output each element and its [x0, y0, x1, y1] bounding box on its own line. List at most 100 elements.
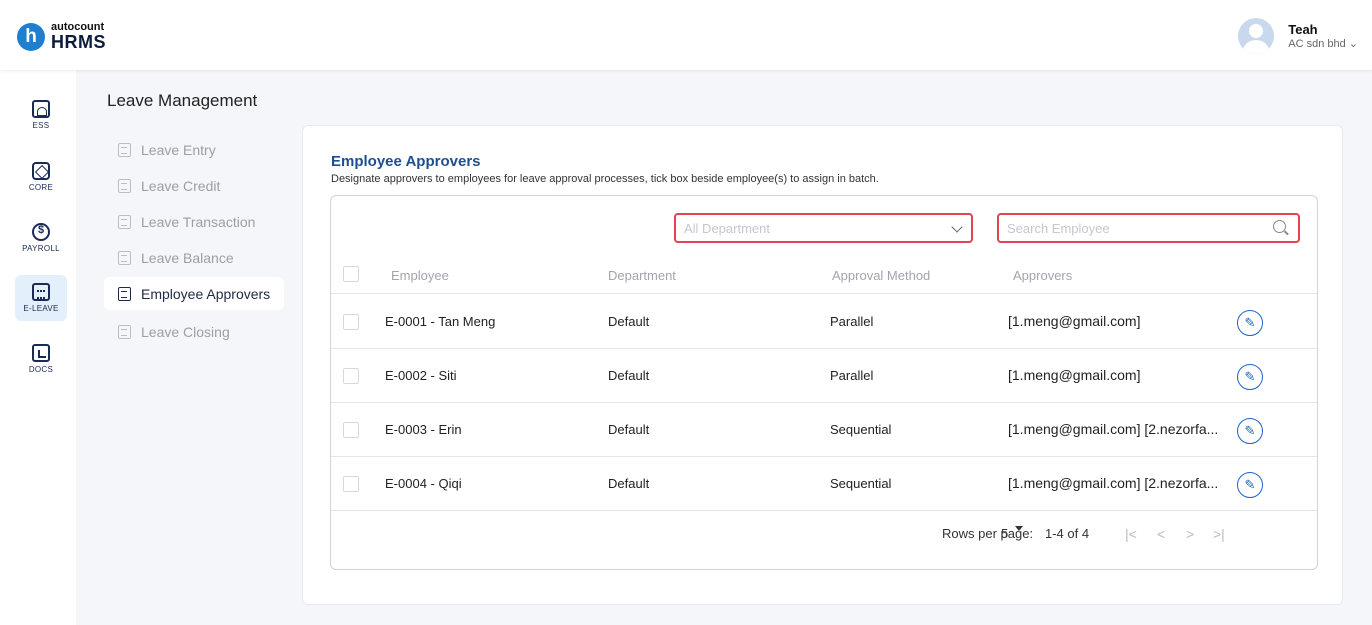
document-icon — [118, 142, 131, 157]
subnav-employee-approvers[interactable]: Employee Approvers — [104, 277, 284, 310]
user-name: Teah — [1288, 22, 1318, 37]
pencil-icon: ✎ — [1244, 477, 1256, 492]
logo-mark: h — [17, 22, 45, 51]
user-menu[interactable]: Teah AC sdn bhd ⌄ — [1238, 18, 1358, 54]
table-row[interactable]: E-0003 - Erin Default Sequential [1.meng… — [331, 403, 1317, 457]
search-icon[interactable] — [1273, 220, 1286, 233]
department-cell: Default — [608, 314, 650, 329]
document-icon — [118, 250, 131, 265]
rail-item-docs[interactable]: DOCS — [15, 336, 67, 382]
app-logo[interactable]: h autocount HRMS — [17, 22, 106, 51]
approval-method-cell: Parallel — [830, 368, 874, 383]
subnav-leave-closing[interactable]: Leave Closing — [104, 315, 284, 348]
employee-approvers-card: Employee Approvers Designate approvers t… — [302, 125, 1343, 605]
approvers-table: All Department Employee Department Appro… — [330, 195, 1318, 570]
docs-icon — [32, 344, 50, 362]
table-header: Employee Department Approval Method Appr… — [331, 264, 1317, 294]
subnav-label: Leave Transaction — [141, 213, 256, 230]
document-icon — [118, 324, 131, 339]
approval-method-cell: Parallel — [830, 314, 874, 329]
subnav-leave-entry[interactable]: Leave Entry — [104, 133, 284, 166]
approvers-cell: [1.meng@gmail.com] — [1008, 313, 1141, 329]
subnav-leave-credit[interactable]: Leave Credit — [104, 169, 284, 202]
edit-button[interactable]: ✎ — [1237, 364, 1263, 390]
page-range: 1-4 of 4 — [1045, 526, 1090, 541]
subnav-leave-transaction[interactable]: Leave Transaction — [104, 205, 284, 238]
pagination: Rows per page: 5 1-4 of 4 |< < > >| — [331, 526, 1317, 556]
department-cell: Default — [608, 368, 650, 383]
row-checkbox[interactable] — [343, 368, 359, 384]
department-select[interactable]: All Department — [674, 213, 973, 243]
prev-page-button[interactable]: < — [1157, 526, 1165, 542]
chevron-down-icon — [951, 221, 963, 233]
pencil-icon: ✎ — [1244, 423, 1256, 438]
subnav-label: Leave Closing — [141, 323, 230, 340]
avatar — [1238, 18, 1275, 54]
rail-label: CORE — [28, 183, 54, 192]
first-page-button[interactable]: |< — [1125, 526, 1137, 542]
calendar-icon — [32, 283, 50, 301]
table-row[interactable]: E-0002 - Siti Default Parallel [1.meng@g… — [331, 349, 1317, 403]
subnav-label: Leave Entry — [141, 141, 216, 158]
subnav-leave-balance[interactable]: Leave Balance — [104, 241, 284, 274]
document-icon — [118, 286, 131, 301]
column-header-department[interactable]: Department — [608, 268, 676, 283]
table-row[interactable]: E-0004 - Qiqi Default Sequential [1.meng… — [331, 457, 1317, 511]
employee-cell: E-0001 - Tan Meng — [385, 314, 496, 329]
column-header-approval-method[interactable]: Approval Method — [832, 268, 930, 283]
column-header-employee[interactable]: Employee — [391, 268, 449, 283]
core-icon — [32, 162, 50, 180]
page-title: Employee Approvers — [331, 153, 481, 170]
department-cell: Default — [608, 476, 650, 491]
row-checkbox[interactable] — [343, 314, 359, 330]
row-checkbox[interactable] — [343, 422, 359, 438]
department-select-value: All Department — [684, 220, 770, 236]
ess-icon — [32, 100, 50, 118]
rows-per-page-value[interactable]: 5 — [1001, 526, 1008, 541]
employee-cell: E-0002 - Siti — [385, 368, 457, 383]
approvers-cell: [1.meng@gmail.com] [2.nezorfa... — [1008, 421, 1219, 437]
rail-label: E-LEAVE — [23, 304, 59, 313]
rail-item-e-leave[interactable]: E-LEAVE — [15, 275, 67, 321]
pencil-icon: ✎ — [1244, 369, 1256, 384]
document-icon — [118, 214, 131, 229]
employee-cell: E-0004 - Qiqi — [385, 476, 462, 491]
user-info: Teah AC sdn bhd ⌄ — [1288, 22, 1358, 50]
document-icon — [118, 178, 131, 193]
subnav-label: Employee Approvers — [141, 285, 271, 302]
subnav-label: Leave Balance — [141, 249, 234, 266]
rail-label: DOCS — [28, 365, 54, 374]
row-checkbox[interactable] — [343, 476, 359, 492]
logo-big-text: HRMS — [51, 32, 106, 52]
logo-text: autocount HRMS — [51, 22, 106, 52]
rail-label: ESS — [32, 121, 50, 130]
page-description: Designate approvers to employees for lea… — [331, 173, 879, 185]
department-cell: Default — [608, 422, 650, 437]
approval-method-cell: Sequential — [830, 476, 892, 491]
module-rail: ESS CORE PAYROLL E-LEAVE DOCS — [0, 70, 76, 625]
caret-down-icon[interactable] — [1015, 526, 1023, 531]
employee-cell: E-0003 - Erin — [385, 422, 462, 437]
edit-button[interactable]: ✎ — [1237, 418, 1263, 444]
approval-method-cell: Sequential — [830, 422, 892, 437]
user-company: AC sdn bhd ⌄ — [1288, 37, 1358, 50]
rail-item-payroll[interactable]: PAYROLL — [15, 215, 67, 261]
rail-item-core[interactable]: CORE — [15, 154, 67, 200]
select-all-checkbox[interactable] — [343, 266, 359, 282]
top-bar: h autocount HRMS Teah AC sdn bhd ⌄ — [0, 0, 1372, 70]
approvers-cell: [1.meng@gmail.com] [2.nezorfa... — [1008, 475, 1219, 491]
table-row[interactable]: E-0001 - Tan Meng Default Parallel [1.me… — [331, 295, 1317, 349]
search-input[interactable] — [997, 213, 1300, 243]
chevron-down-icon: ⌄ — [1348, 38, 1358, 50]
next-page-button[interactable]: > — [1186, 526, 1194, 542]
edit-button[interactable]: ✎ — [1237, 472, 1263, 498]
rail-label: PAYROLL — [22, 244, 60, 253]
subnav-label: Leave Credit — [141, 177, 221, 194]
last-page-button[interactable]: >| — [1213, 526, 1225, 542]
edit-button[interactable]: ✎ — [1237, 310, 1263, 336]
pencil-icon: ✎ — [1244, 315, 1256, 330]
column-header-approvers[interactable]: Approvers — [1013, 268, 1072, 283]
payroll-icon — [32, 223, 50, 241]
approvers-cell: [1.meng@gmail.com] — [1008, 367, 1141, 383]
rail-item-ess[interactable]: ESS — [15, 92, 67, 138]
